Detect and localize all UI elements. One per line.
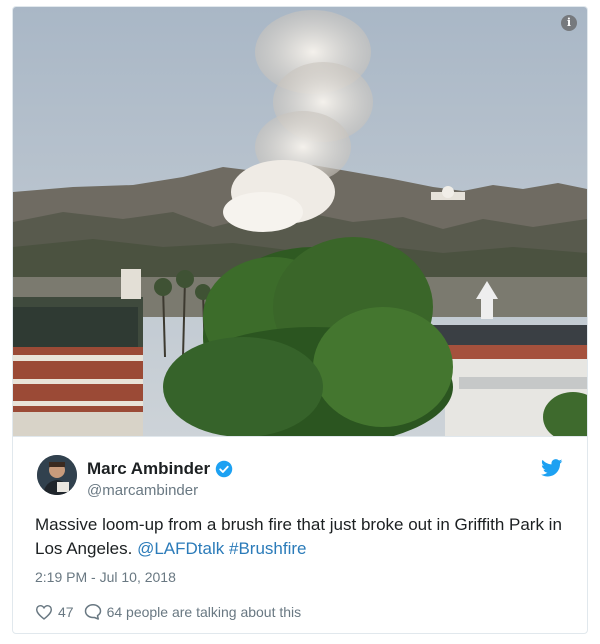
hashtag-link[interactable]: #Brushfire — [229, 539, 306, 558]
avatar[interactable] — [37, 455, 77, 495]
heart-icon — [35, 604, 53, 620]
verified-badge-icon — [215, 460, 233, 478]
tweet-actions: 47 64 people are talking about this — [35, 603, 311, 620]
author-name[interactable]: Marc Ambinder — [87, 459, 210, 479]
conversation-label: 64 people are talking about this — [106, 603, 302, 620]
author-row: Marc Ambinder — [87, 459, 233, 479]
author-handle[interactable]: @marcambinder — [87, 482, 198, 499]
speech-bubble-icon — [84, 604, 101, 620]
conversation-button[interactable]: 64 people are talking about this — [84, 603, 302, 620]
tweet-body: Marc Ambinder @marcambinder Massive loom… — [13, 437, 587, 633]
tweet-embed-card[interactable]: i Marc Ambinder @marcambinder Massive lo… — [12, 6, 588, 634]
tweet-photo[interactable]: i — [13, 7, 587, 437]
like-button[interactable]: 47 — [35, 604, 74, 620]
like-count: 47 — [58, 603, 74, 620]
info-icon[interactable]: i — [561, 15, 577, 31]
twitter-bird-icon[interactable] — [541, 459, 563, 477]
tweet-text: Massive loom-up from a brush fire that j… — [35, 513, 565, 561]
tweet-timestamp[interactable]: 2:19 PM - Jul 10, 2018 — [35, 569, 176, 585]
mention-link[interactable]: @LAFDtalk — [137, 539, 224, 558]
